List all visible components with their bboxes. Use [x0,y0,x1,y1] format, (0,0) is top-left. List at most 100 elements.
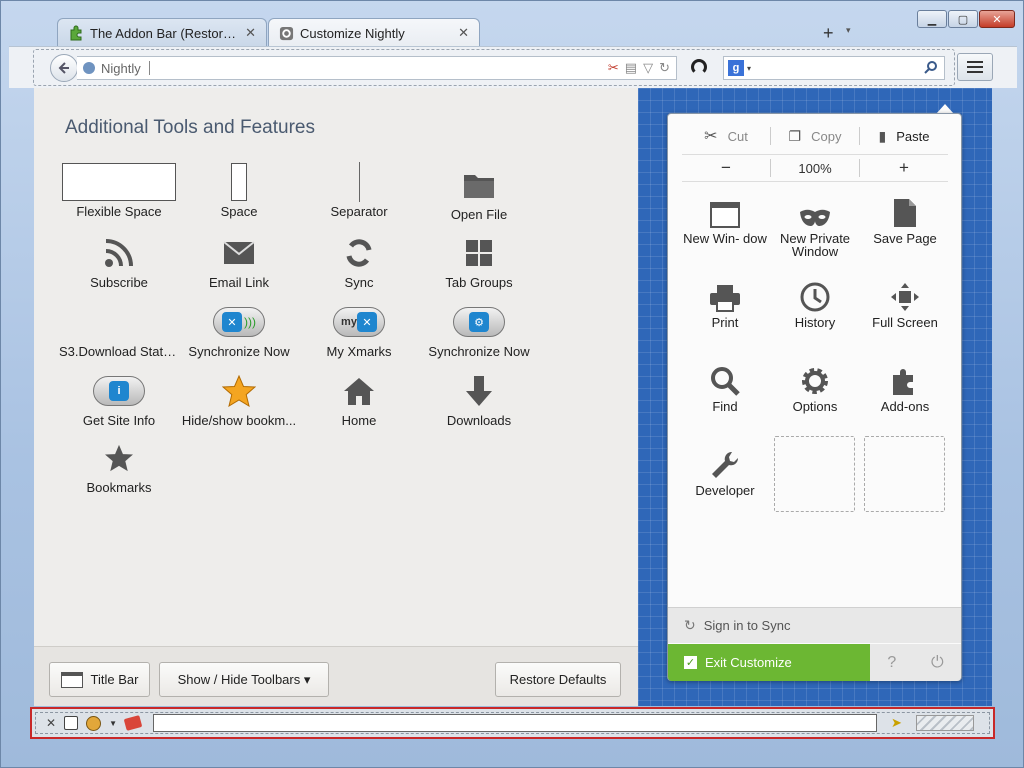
google-icon[interactable]: g [728,60,744,76]
title-bar-button[interactable]: Title Bar [49,662,150,697]
tab-title: The Addon Bar (Restored... [90,25,240,41]
back-button[interactable] [50,54,78,82]
palette-item-tab-groups[interactable]: Tab Groups [419,231,539,290]
addon-bar-input[interactable] [152,714,877,732]
maximize-button[interactable]: ▢ [948,10,978,28]
palette-item-my-xmarks[interactable]: my ✕ My Xmarks [299,300,419,359]
printer-icon [682,272,768,312]
hamburger-menu-button[interactable] [957,53,993,81]
cursor-arrow-icon[interactable]: ➤ [891,715,902,731]
palette-item-downloads[interactable]: Downloads [419,369,539,428]
greasemonkey-icon[interactable] [86,715,102,731]
empty-panel-slot[interactable] [864,436,945,512]
fullscreen-icon [862,272,948,312]
magnifier-icon [682,356,768,396]
new-tab-button[interactable]: + [823,23,834,44]
history-button[interactable]: History [772,272,858,329]
palette-item-flexible-space[interactable]: Flexible Space [59,160,179,219]
power-icon[interactable]: ⏻ [931,654,944,672]
palette-item-synchronize-now-2[interactable]: ⚙ Synchronize Now [419,300,539,359]
tab-close-icon[interactable]: ✕ [245,25,256,41]
palette-item-s3-download[interactable]: S3.Download Statu... [59,300,179,359]
site-info-icon: i [59,369,179,413]
palette-item-subscribe[interactable]: Subscribe [59,231,179,290]
close-window-button[interactable]: ✕ [979,10,1015,28]
sync-circle-icon[interactable] [691,59,707,75]
palette-item-home[interactable]: Home [299,369,419,428]
panel-item-label: History [794,315,836,330]
separator-icon [299,160,419,204]
dropdown-arrow-icon[interactable]: ▽ [643,60,653,76]
chevron-down-icon[interactable]: ▾ [747,64,751,73]
exit-customize-button[interactable]: ✓ Exit Customize [668,644,870,681]
edit-controls: ✂ Cut ❐ Copy ▮ Paste [682,124,948,148]
addon-red-icon[interactable] [123,715,143,731]
save-page-button[interactable]: Save Page [862,188,948,245]
panel-item-label: Save Page [873,231,937,246]
palette-item-label: Email Link [209,275,269,290]
browser-window: ▁ ▢ ✕ The Addon Bar (Restored... ✕ Custo… [0,0,1024,768]
search-icon[interactable] [924,60,938,74]
sign-in-to-sync-button[interactable]: ↻ Sign in to Sync [668,607,961,643]
zoom-in-button[interactable]: + [860,158,948,178]
list-all-tabs-button[interactable]: ▾ [846,25,851,36]
chevron-down-icon[interactable]: ▼ [109,719,117,728]
tab-close-icon[interactable]: ✕ [458,25,469,41]
empty-panel-slot[interactable] [774,436,855,512]
restore-defaults-button[interactable]: Restore Defaults [495,662,621,697]
title-bar-label: Title Bar [90,672,139,687]
panel-footer-icons: ? ⏻ [870,644,961,681]
palette-item-sync[interactable]: Sync [299,231,419,290]
zoom-out-button[interactable]: − [682,158,770,178]
find-button[interactable]: Find [682,356,768,413]
palette-item-open-file[interactable]: Open File [419,163,539,222]
palette-item-separator[interactable]: Separator [299,160,419,219]
url-text: Nightly [101,60,141,76]
full-screen-button[interactable]: Full Screen [862,272,948,329]
copy-button[interactable]: ❐ Copy [771,128,859,145]
addon-page-icon[interactable] [64,716,79,730]
print-button[interactable]: Print [682,272,768,329]
palette-item-space[interactable]: Space [179,160,299,219]
options-button[interactable]: Options [772,356,858,413]
palette-item-email-link[interactable]: Email Link [179,231,299,290]
developer-button[interactable]: Developer [682,440,768,497]
close-addon-bar-icon[interactable]: ✕ [46,716,56,730]
addon-bar-customize-area: ✕ ▼ ➤ [35,712,990,734]
palette-item-hide-show-bookmarks[interactable]: Hide/show bookm... [179,369,299,428]
star-gold-icon [179,369,299,413]
clipboard-icon: ▮ [878,127,887,144]
palette-item-label: Synchronize Now [428,344,530,359]
minimize-button[interactable]: ▁ [917,10,947,28]
palette-item-label: Get Site Info [82,413,156,428]
private-mask-icon [772,188,858,228]
paste-button[interactable]: ▮ Paste [860,128,948,145]
reload-icon[interactable]: ↻ [659,60,670,76]
menu-line [967,61,983,63]
palette-item-label: Bookmarks [86,480,152,495]
tab-addon-bar[interactable]: The Addon Bar (Restored... ✕ [57,18,267,47]
palette-item-bookmarks[interactable]: Bookmarks [59,436,179,495]
home-icon [299,369,419,413]
tab-customize-nightly[interactable]: Customize Nightly ✕ [268,18,480,47]
new-window-button[interactable]: New Win- dow [682,188,768,245]
panel-item-label: Developer [695,483,755,498]
palette-item-synchronize-now[interactable]: ✕))) Synchronize Now [179,300,299,359]
scissors-icon[interactable]: ✂ [608,60,619,76]
palette-item-get-site-info[interactable]: i Get Site Info [59,369,179,428]
reader-icon[interactable]: ▤ [625,60,637,76]
add-ons-button[interactable]: Add-ons [862,356,948,413]
customize-footer: Title Bar Show / Hide Toolbars ▾ Restore… [34,646,638,706]
panel-item-label: Add-ons [880,399,930,414]
new-private-window-button[interactable]: New Private Window [772,188,858,258]
tab-groups-icon [419,231,539,275]
resize-grip[interactable] [915,715,974,731]
cut-button[interactable]: ✂ Cut [682,126,770,146]
zoom-reset-button[interactable]: 100% [771,161,859,176]
tab-title: Customize Nightly [300,25,405,41]
search-bar[interactable]: g ▾ [723,56,945,80]
show-hide-toolbars-button[interactable]: Show / Hide Toolbars ▾ [159,662,329,697]
url-bar[interactable]: Nightly ✂ ▤ ▽ ↻ [77,56,677,80]
wrench-icon [682,440,768,480]
help-icon[interactable]: ? [887,654,896,672]
